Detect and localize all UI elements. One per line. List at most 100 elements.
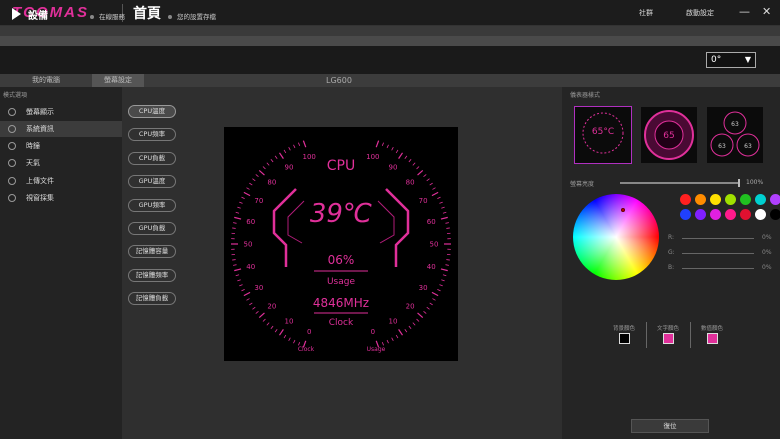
color-swatch[interactable]: [695, 209, 706, 220]
metric-gpu-temp[interactable]: GPU溫度: [128, 175, 176, 188]
color-swatch[interactable]: [710, 209, 721, 220]
right-scale-tick: [417, 169, 424, 176]
color-swatch[interactable]: [680, 209, 691, 220]
right-scale-tick: [440, 216, 448, 220]
color-swatch[interactable]: [680, 194, 691, 205]
left-scale-tick: [266, 322, 270, 326]
g-slider[interactable]: [682, 253, 754, 254]
left-scale-tick: [293, 144, 296, 149]
theme-value: 63: [731, 121, 739, 128]
metric-gpu-load[interactable]: GPU負載: [128, 222, 176, 235]
bg-color-box[interactable]: [619, 333, 630, 344]
color-swatch[interactable]: [740, 209, 751, 220]
left-scale-tick: [233, 222, 237, 224]
mode-item-system-info[interactable]: 系統資訊: [0, 121, 122, 137]
r-value: 0%: [762, 234, 772, 241]
device-model: LG600: [326, 76, 352, 85]
capture-icon: [8, 194, 16, 202]
right-scale-ticks: [375, 140, 451, 348]
r-slider[interactable]: [682, 238, 754, 239]
text-color-box[interactable]: [663, 333, 674, 344]
color-separator: [646, 322, 647, 348]
mode-item-screen[interactable]: 螢幕顯示: [0, 104, 122, 120]
color-swatch[interactable]: [755, 194, 766, 205]
color-swatch[interactable]: [770, 194, 780, 205]
tab-my-computer[interactable]: 我的電腦: [0, 74, 92, 87]
right-scale-label: 60: [427, 218, 436, 226]
device-bar: [0, 46, 780, 74]
b-value: 0%: [762, 264, 772, 271]
color-swatch[interactable]: [755, 209, 766, 220]
metric-cpu-freq[interactable]: CPU頻率: [128, 128, 176, 141]
minimize-button[interactable]: —: [739, 5, 750, 18]
left-scale-label: 20: [267, 303, 276, 311]
right-scale-tick: [423, 174, 427, 177]
right-scale-tick: [445, 222, 449, 224]
tab-screen-settings[interactable]: 螢幕設定: [92, 74, 144, 87]
color-swatch[interactable]: [725, 194, 736, 205]
right-scale-tick: [412, 162, 416, 166]
rotation-select[interactable]: 0° ▼: [706, 52, 756, 68]
left-scale-tick: [255, 311, 259, 314]
brightness-slider[interactable]: [620, 182, 740, 184]
metric-cpu-temp[interactable]: CPU溫度: [128, 105, 176, 118]
close-button[interactable]: ✕: [762, 5, 771, 18]
screen-preview: 0 10 20 30 40 50 60 70 80 90 100 0 10 20 30 40 50 60 70 80…: [224, 127, 458, 361]
b-slider[interactable]: [682, 268, 754, 269]
mode-item-clock[interactable]: 時鐘: [0, 138, 122, 154]
right-scale-tick: [423, 311, 427, 314]
color-wheel[interactable]: [573, 194, 659, 280]
theme-option-1[interactable]: 65°C: [574, 106, 632, 164]
right-scale-tick: [432, 298, 436, 301]
left-scale-tick: [252, 178, 256, 182]
color-picker-marker[interactable]: [621, 208, 625, 212]
mode-item-weather[interactable]: 天氣: [0, 155, 122, 171]
right-scale-tick: [437, 288, 441, 292]
metric-cpu-load[interactable]: CPU負載: [128, 152, 176, 165]
left-scale-tick: [258, 312, 265, 319]
right-scale-tick: [408, 325, 412, 330]
metric-mem-freq[interactable]: 記憶體頻率: [128, 269, 176, 282]
right-inner-line: [377, 200, 395, 244]
left-scale-tick: [235, 211, 240, 214]
mode-item-label: 視窗採集: [26, 194, 54, 202]
left-scale-tick: [298, 342, 301, 346]
saved-status: 您的設置存檔: [168, 11, 216, 21]
metric-mem-capacity[interactable]: 記憶體容量: [128, 245, 176, 258]
color-swatch[interactable]: [710, 194, 721, 205]
value-color-box[interactable]: [707, 333, 718, 344]
brightness-slider-thumb[interactable]: [738, 179, 740, 187]
right-scale-tick: [381, 342, 384, 346]
color-swatch[interactable]: [770, 209, 780, 220]
theme-option-2[interactable]: 65: [641, 107, 697, 163]
right-scale-tick: [416, 166, 420, 170]
metric-mem-load[interactable]: 記憶體負載: [128, 292, 176, 305]
color-swatch[interactable]: [740, 194, 751, 205]
metric-gpu-freq[interactable]: GPU頻率: [128, 199, 176, 212]
usage-label: Usage: [327, 277, 356, 287]
mode-panel-header: 模式選項: [3, 92, 28, 99]
right-scale-label: 80: [406, 178, 415, 186]
left-scale-tick: [278, 329, 284, 336]
startup-settings-link[interactable]: 啟動設定: [686, 8, 714, 18]
right-scale-tick: [432, 187, 436, 190]
color-swatch[interactable]: [695, 194, 706, 205]
mode-item-capture[interactable]: 視窗採集: [0, 190, 122, 206]
theme-option-3[interactable]: 63 63 63: [707, 107, 763, 163]
right-scale-label: 10: [389, 318, 398, 326]
left-scale-tick: [235, 274, 240, 277]
status-dot-icon: [168, 15, 172, 19]
community-link[interactable]: 社群: [639, 8, 653, 18]
right-scale-tick: [417, 312, 424, 319]
reset-button[interactable]: 復位: [631, 419, 709, 433]
play-icon[interactable]: [12, 8, 21, 20]
bg-color-label: 背景顏色: [612, 326, 635, 332]
left-scale-tick: [234, 268, 242, 272]
mode-item-upload[interactable]: 上傳文件: [0, 173, 122, 189]
clock-value: 4846MHz: [313, 296, 369, 310]
left-inner-line: [287, 200, 305, 244]
color-swatch[interactable]: [725, 209, 736, 220]
right-scale-tick: [408, 158, 412, 163]
right-scale-tick: [395, 334, 399, 339]
left-scale-tick: [237, 206, 241, 209]
